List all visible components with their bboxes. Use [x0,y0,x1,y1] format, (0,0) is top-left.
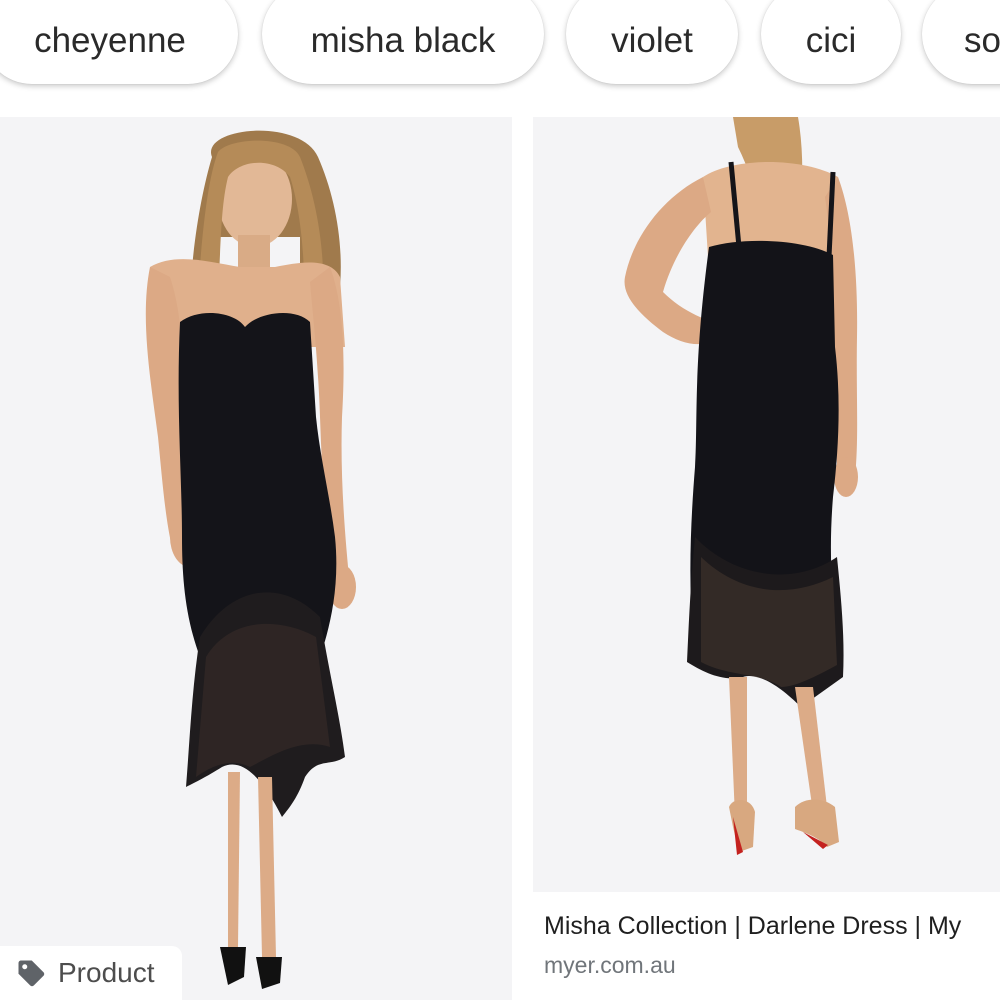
image-search-results: cheyenne misha black violet cici so Prod… [0,0,1000,1000]
result-card-1[interactable]: Product [0,117,512,1000]
tag-icon [18,960,45,987]
product-badge-label: Product [58,957,155,988]
chip-cici[interactable]: cici [761,0,901,84]
result-2-caption[interactable]: Misha Collection | Darlene Dress | My my… [544,905,1000,983]
result-image-area [533,117,1000,892]
result-2-source[interactable]: myer.com.au [544,947,1000,983]
chip-cheyenne[interactable]: cheyenne [0,0,238,84]
result-image-dress-front [0,117,512,1000]
product-badge[interactable]: Product [0,946,182,1000]
related-searches-chips: cheyenne misha black violet cici so [0,0,1000,100]
result-image-dress-back [533,117,1000,892]
result-2-title[interactable]: Misha Collection | Darlene Dress | My [544,905,1000,947]
chip-misha-black[interactable]: misha black [262,0,544,84]
result-card-2[interactable] [533,117,1000,1000]
chip-partial[interactable]: so [922,0,1000,84]
chip-violet[interactable]: violet [566,0,738,84]
